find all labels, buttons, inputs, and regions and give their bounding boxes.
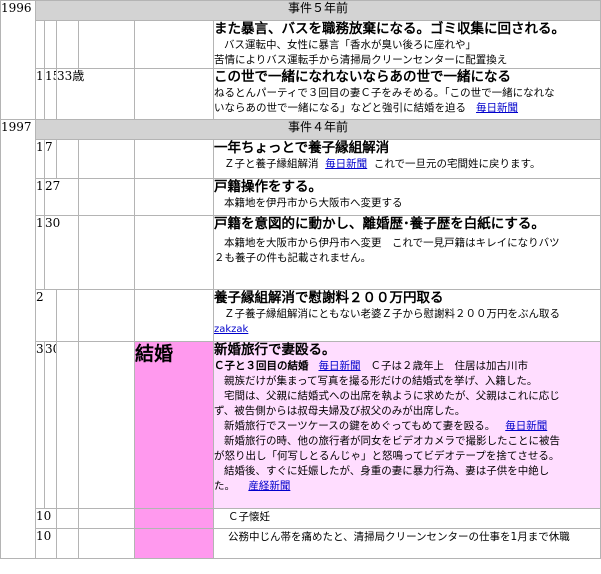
entry-row-marriage: 3 30 結婚 新婚旅行で妻殴る。 Ｃ子と３回目の結婚 毎日新聞 Ｃ子は２歳年上… [1,341,601,509]
entry-text: 親族だけが集まって写真を撮る形だけの結婚式を挙げ、入籍した。 [224,375,538,387]
entry-text: 苦情によりバス運転手から清掃局クリーンセンターに配置換え [214,54,508,66]
period-row-1997: 1997 事件４年前 [0,119,601,559]
entry-text: Ｃ子懐妊 [228,511,270,523]
day-cell: 30 [44,341,57,509]
entry-cell: また暴言、バスを職務放棄になる。ゴミ収集に回される。 バス運転中、女性に暴言「香… [213,20,601,69]
period-header-1997: 事件４年前 [35,119,601,140]
entry-headline: 一年ちょっとで養子縁組解消 [214,140,390,157]
entry-text: 宅間は、父親に結婚式への出席を執ように求めたが、父親はこれに応じ [224,390,560,402]
entry-text: ねるとんパーティで３回目の妻Ｃ子をみそめる。「この世で一緒になれな [214,87,555,99]
source-link-mainichi[interactable]: 毎日新聞 [476,102,518,114]
month-cell: 1 [35,215,45,290]
entry-cell: 一年ちょっとで養子縁組解消 Ｚ子と養子縁組解消 毎日新聞 これで一旦元の宅間姓に… [213,139,601,179]
entry-text: いならあの世で一緒になる」などと強引に結婚を迫る [214,102,467,114]
entry-headline: 養子縁組解消で慰謝料２００万円取る [214,290,444,307]
entry-text: Ｚ子養子縁組解消にともない老婆Ｚ子から慰謝料２００万円をぶん取る [224,308,560,320]
entry-row: 10 公務中じん帯を痛めたと、清掃局クリーンセンターの仕事を1月まで休職 [1,528,601,559]
entry-text: 本籍地を伊丹市から大阪市へ変更する [224,197,403,209]
month-cell: 10 [35,528,57,559]
entry-text: Ｃ子は２歳年上 住居は加古川市 [370,360,529,372]
year-cell-1996: 1996 [0,0,36,120]
entry-row: 10 Ｃ子懐妊 [1,508,601,529]
entry-headline: 戸籍操作をする。 [214,179,323,196]
entry-row: 1 30 戸籍を意図的に動かし、離婚歴･養子歴を白紙にする。 本籍地を大阪市から… [1,215,601,290]
source-link-zakzak[interactable]: zakzak [215,324,249,335]
entry-text: た。 [214,480,236,492]
entry-row: 1 7 一年ちょっとで養子縁組解消 Ｚ子と養子縁組解消 毎日新聞 これで一旦元の… [1,139,601,179]
timeline-table: 1996 事件５年前 また暴言、バスを職務放棄になる。ゴミ収集に回される。 バス… [0,0,601,559]
entry-text: 結婚後、すぐに妊娠したが、身重の妻に暴力行為、妻は子供を中絶し [224,465,550,477]
day-cell: 30 [44,215,79,290]
entry-text: 本籍地を大阪市から伊丹市へ変更 これで一見戸籍はキレイになりバツ [224,237,560,249]
entry-text: これで一旦元の宅間姓に戻ります。 [373,158,541,170]
entry-headline: 新婚旅行で妻殴る。 [214,342,336,359]
month-cell: 2 [35,289,57,342]
timeline-page: 1996 事件５年前 また暴言、バスを職務放棄になる。ゴミ収集に回される。 バス… [0,0,601,574]
entry-text: 公務中じん帯を痛めたと、清掃局クリーンセンターの仕事を1月まで休職 [228,531,570,543]
entry-row: また暴言、バスを職務放棄になる。ゴミ収集に回される。 バス運転中、女性に暴言「香… [1,20,601,69]
entry-cell: 戸籍を意図的に動かし、離婚歴･養子歴を白紙にする。 本籍地を大阪市から伊丹市へ変… [213,215,601,290]
marriage-badge: 結婚 [134,341,214,509]
entry-cell: 養子縁組解消で慰謝料２００万円取る Ｚ子養子縁組解消にともない老婆Ｚ子から慰謝料… [213,289,601,342]
entry-text: Ｚ子と養子縁組解消 [224,158,319,170]
source-link-sankei[interactable]: 産経新聞 [248,480,290,492]
year-cell-1997: 1997 [0,119,36,559]
entry-text: Ｃ子と３回目の結婚 [214,360,309,372]
source-link-mainichi[interactable]: 毎日新聞 [325,158,367,170]
entry-headline: 戸籍を意図的に動かし、離婚歴･養子歴を白紙にする。 [214,216,545,233]
period-header-1996: 事件５年前 [35,0,601,21]
month-cell: 3 [35,341,45,509]
entry-cell: 公務中じん帯を痛めたと、清掃局クリーンセンターの仕事を1月まで休職 [213,528,601,559]
entry-row: 2 養子縁組解消で慰謝料２００万円取る Ｚ子養子縁組解消にともない老婆Ｚ子から慰… [1,289,601,342]
source-link-mainichi[interactable]: 毎日新聞 [319,360,361,372]
entry-headline: この世で一緒になれないならあの世で一緒になる [214,69,512,86]
entry-text: が怒り出し「何写しとるんじゃ」と怒鳴ってビデオテープを捨てさせる。 [214,450,560,462]
entry-headline: また暴言、バスを職務放棄になる。ゴミ収集に回される。 [214,21,566,38]
entry-text: バス運転中、女性に暴言「香水が臭い後ろに座れや」 [224,39,476,51]
month-cell: 1 [35,139,45,179]
entry-cell: Ｃ子懐妊 [213,508,601,529]
entry-text: ２も養子の件も記載されません。 [214,252,372,264]
source-link-mainichi[interactable]: 毎日新聞 [505,420,547,432]
entry-row: 1 27 戸籍操作をする。 本籍地を伊丹市から大阪市へ変更する [1,178,601,216]
day-cell: 15 [44,68,57,120]
entry-text: 新婚旅行の時、他の旅行者が同女をビデオカメラで撮影したことに被告 [224,435,560,447]
month-cell: 1 [35,178,45,216]
entry-cell: 戸籍操作をする。 本籍地を伊丹市から大阪市へ変更する [213,178,601,216]
entry-text: 新婚旅行でスーツケースの鍵をめぐってもめて妻を殴る。 [224,420,496,432]
entry-cell: この世で一緒になれないならあの世で一緒になる ねるとんパーティで３回目の妻Ｃ子を… [213,68,601,120]
entry-cell: 新婚旅行で妻殴る。 Ｃ子と３回目の結婚 毎日新聞 Ｃ子は２歳年上 住居は加古川市… [213,341,601,509]
age-cell: 33歳 [56,68,135,120]
entry-row: 12 15 33歳 この世で一緒になれないならあの世で一緒になる ねるとんパーテ… [1,68,601,120]
month-cell: 12 [35,68,45,120]
month-cell: 10 [35,508,57,529]
day-cell: 7 [44,139,57,179]
period-row-1996: 1996 事件５年前 [0,0,601,120]
entry-text: ず、被告側からは叔母夫婦及び叔父のみが出席した。 [214,405,466,417]
day-cell: 27 [44,178,79,216]
